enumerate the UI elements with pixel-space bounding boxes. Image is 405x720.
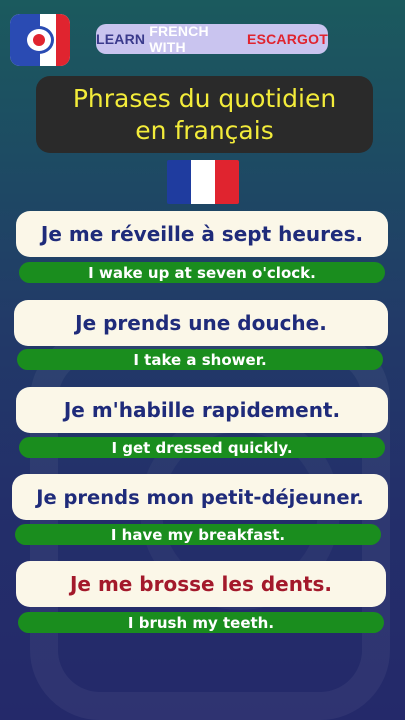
phrase-card-2: Je prends une douche.: [14, 300, 388, 346]
brand-word-escargot: ESCARGOT: [247, 31, 328, 47]
escargot-logo: [10, 14, 70, 66]
translation-5: I brush my teeth.: [18, 612, 384, 633]
brand-banner: LEARN FRENCH WITH ESCARGOT: [96, 23, 328, 55]
french-flag-icon: [167, 160, 239, 204]
brand-word-french-with: FRENCH WITH: [149, 23, 209, 55]
phrase-card-5: Je me brosse les dents.: [16, 561, 386, 607]
title-line-1: Phrases du quotidien: [72, 83, 337, 113]
brand-word-learn: LEARN: [96, 31, 146, 47]
title-line-2: en français: [135, 115, 274, 145]
translation-3: I get dressed quickly.: [19, 437, 385, 458]
phrase-card-4: Je prends mon petit-déjeuner.: [12, 474, 388, 520]
phrase-card-3: Je m'habille rapidement.: [16, 387, 388, 433]
translation-4: I have my breakfast.: [15, 524, 381, 545]
phrase-card-1: Je me réveille à sept heures.: [16, 211, 388, 257]
translation-1: I wake up at seven o'clock.: [19, 262, 385, 283]
translation-2: I take a shower.: [17, 349, 383, 370]
page-title: Phrases du quotidien en français: [36, 76, 373, 153]
